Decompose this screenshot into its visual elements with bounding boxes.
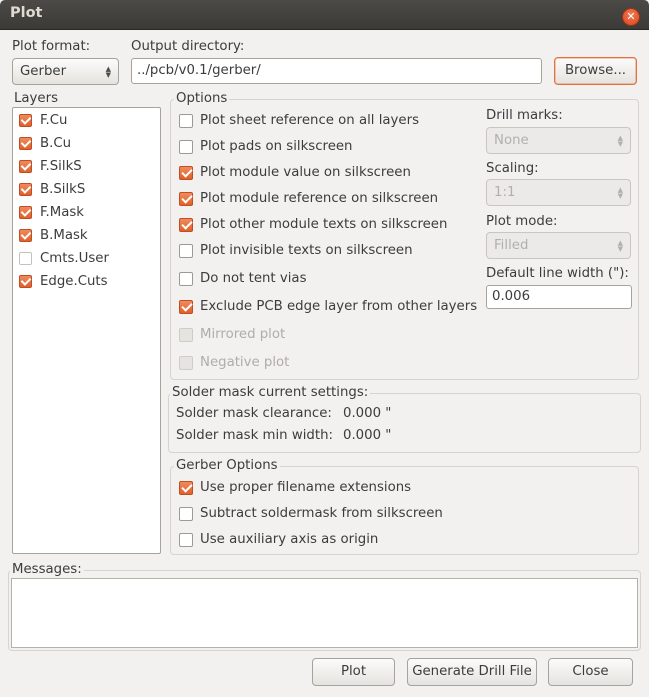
checkbox-checked-icon[interactable] <box>179 218 193 232</box>
checkbox-unchecked-icon <box>179 356 193 370</box>
layer-item-label: B.Cu <box>40 136 72 151</box>
browse-button[interactable]: Browse... <box>554 57 637 85</box>
checkbox-unchecked-icon[interactable] <box>179 533 193 547</box>
scaling-select[interactable]: 1:1 ▲ ▼ <box>486 179 631 206</box>
option-checkbox-label: Exclude PCB edge layer from other layers <box>200 299 478 314</box>
checkbox-checked-icon[interactable] <box>19 183 32 196</box>
option-checkbox-label: Plot other module texts on silkscreen <box>200 217 448 232</box>
title-bar: Plot ✕ <box>0 0 649 30</box>
layer-item-label: F.SilkS <box>40 159 82 174</box>
plot-mode-value: Filled <box>494 238 529 253</box>
window-close-button[interactable]: ✕ <box>622 8 640 26</box>
option-checkbox-label: Do not tent vias <box>200 271 307 286</box>
line-width-label: Default line width ("): <box>486 266 629 281</box>
layer-item-label: Cmts.User <box>40 251 109 266</box>
checkbox-checked-icon[interactable] <box>19 206 32 219</box>
layer-item-label: F.Cu <box>40 113 68 128</box>
output-directory-input[interactable]: ../pcb/v0.1/gerber/ <box>131 58 542 84</box>
checkbox-unchecked-icon <box>179 328 193 342</box>
plot-mode-label: Plot mode: <box>486 214 558 229</box>
solder-mask-title: Solder mask current settings: <box>170 385 371 400</box>
line-width-input[interactable]: 0.006 <box>486 285 632 309</box>
option-checkbox-label: Plot pads on silkscreen <box>200 139 353 154</box>
checkbox-unchecked-icon[interactable] <box>179 114 193 128</box>
solder-mask-clearance-label: Solder mask clearance: <box>176 406 332 421</box>
line-width-value: 0.006 <box>492 289 531 304</box>
gerber-options-title: Gerber Options <box>174 458 280 473</box>
layer-item-label: B.Mask <box>40 228 88 243</box>
layer-item-label: Edge.Cuts <box>40 274 108 289</box>
checkbox-checked-icon[interactable] <box>179 481 193 495</box>
drill-marks-label: Drill marks: <box>486 108 563 123</box>
checkbox-checked-icon[interactable] <box>19 137 32 150</box>
plot-button[interactable]: Plot <box>312 658 395 686</box>
updown-arrows-icon: ▲ ▼ <box>617 185 623 200</box>
output-directory-label: Output directory: <box>131 39 245 54</box>
plot-format-select[interactable]: Gerber ▲ ▼ <box>12 58 119 85</box>
gerber-option-checkbox-label: Use proper filename extensions <box>200 480 412 495</box>
checkbox-checked-icon[interactable] <box>19 229 32 242</box>
solder-mask-min-width-value: 0.000 " <box>343 428 392 443</box>
solder-mask-frame <box>168 393 641 453</box>
updown-arrows-icon: ▲ ▼ <box>105 64 111 79</box>
checkbox-checked-icon[interactable] <box>19 160 32 173</box>
layer-item-label: B.SilkS <box>40 182 86 197</box>
scaling-label: Scaling: <box>486 161 539 176</box>
layers-list[interactable]: F.Cu B.Cu F.SilkS B.SilkS F.Mask B.Mask Cmts.U… <box>12 107 161 554</box>
checkbox-unchecked-icon[interactable] <box>179 244 193 258</box>
drill-marks-value: None <box>494 133 529 148</box>
layer-item-label: F.Mask <box>40 205 84 220</box>
option-checkbox-label: Mirrored plot <box>200 327 286 342</box>
checkbox-checked-icon[interactable] <box>179 300 193 314</box>
options-title: Options <box>174 91 230 106</box>
layers-title: Layers <box>14 91 59 106</box>
checkbox-unchecked-icon[interactable] <box>179 140 193 154</box>
checkbox-checked-icon[interactable] <box>19 275 32 288</box>
option-checkbox-label: Negative plot <box>200 355 290 370</box>
solder-mask-clearance-value: 0.000 " <box>343 406 392 421</box>
plot-mode-select[interactable]: Filled ▲ ▼ <box>486 232 631 259</box>
close-icon: ✕ <box>626 10 636 23</box>
plot-format-label: Plot format: <box>12 39 91 54</box>
option-checkbox-label: Plot module reference on silkscreen <box>200 191 439 206</box>
checkbox-unchecked-icon[interactable] <box>179 272 193 286</box>
option-checkbox-label: Plot invisible texts on silkscreen <box>200 243 413 258</box>
option-checkbox-label: Plot module value on silkscreen <box>200 165 411 180</box>
option-checkbox-label: Plot sheet reference on all layers <box>200 113 420 128</box>
messages-textarea[interactable] <box>11 578 638 648</box>
updown-arrows-icon: ▲ ▼ <box>617 133 623 148</box>
gerber-option-checkbox-label: Use auxiliary axis as origin <box>200 532 379 547</box>
drill-marks-select[interactable]: None ▲ ▼ <box>486 127 631 154</box>
checkbox-checked-icon[interactable] <box>179 192 193 206</box>
generate-drill-file-button[interactable]: Generate Drill File <box>407 658 537 686</box>
checkbox-unchecked-icon[interactable] <box>179 507 193 521</box>
solder-mask-min-width-label: Solder mask min width: <box>176 428 333 443</box>
plot-format-value: Gerber <box>20 64 67 79</box>
close-button[interactable]: Close <box>548 658 633 686</box>
updown-arrows-icon: ▲ ▼ <box>617 238 623 253</box>
checkbox-unchecked-icon[interactable] <box>19 252 32 265</box>
window-title: Plot <box>10 5 43 21</box>
scaling-value: 1:1 <box>494 185 516 200</box>
checkbox-checked-icon[interactable] <box>179 166 193 180</box>
checkbox-checked-icon[interactable] <box>19 114 32 127</box>
output-directory-value: ../pcb/v0.1/gerber/ <box>137 63 261 78</box>
messages-title: Messages: <box>10 562 84 577</box>
gerber-option-checkbox-label: Subtract soldermask from silkscreen <box>200 506 443 521</box>
